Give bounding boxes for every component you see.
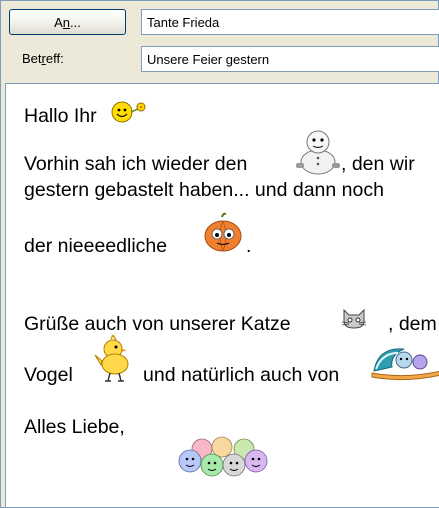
subject-field[interactable]: Unsere Feier gestern [141, 46, 439, 72]
to-button-label-mnemonic: n [62, 14, 71, 30]
message-line-3: gestern gebastelt haben... und dann noch [24, 179, 384, 201]
closing-text: Alles Liebe, [24, 416, 125, 438]
subject-label-pre: Bet [22, 51, 42, 66]
to-field[interactable]: Tante Frieda [141, 9, 439, 35]
compose-window: An... Tante Frieda Betreff: Unsere Feier… [0, 0, 439, 508]
message-line-2b: , den wir [341, 153, 415, 175]
smiley-group-icon [178, 436, 268, 477]
compose-header: An... Tante Frieda Betreff: Unsere Feier… [1, 1, 439, 81]
surfing-smiley-icon [371, 348, 439, 381]
message-line-6b: und natürlich auch von [143, 364, 340, 386]
message-line-4b: . [246, 235, 252, 257]
snowman-icon [296, 130, 340, 175]
message-line-4a: der nieeeedliche [24, 235, 168, 257]
message-body[interactable]: Hallo Ihr Vorhin sah ich wieder den , de… [5, 83, 439, 507]
subject-label: Betreff: [22, 51, 64, 66]
to-button-label-pre: A [54, 14, 63, 30]
yellow-bird-icon [94, 335, 129, 382]
message-line-5a: Grüße auch von unserer Katze [24, 313, 291, 335]
to-field-value: Tante Frieda [147, 14, 220, 30]
to-button-label-post: ... [70, 14, 81, 30]
cat-icon [341, 308, 367, 329]
greeting-text: Hallo Ihr [24, 105, 97, 127]
message-line-5b: , dem [388, 313, 437, 335]
message-line-2a: Vorhin sah ich wieder den [24, 153, 248, 175]
to-button[interactable]: An... [9, 9, 126, 35]
subject-field-value: Unsere Feier gestern [147, 51, 270, 67]
smiley-with-flower-icon [111, 101, 146, 123]
message-line-6a: Vogel [24, 364, 73, 386]
subject-label-post: eff: [45, 51, 64, 66]
pumpkin-icon [204, 212, 242, 252]
